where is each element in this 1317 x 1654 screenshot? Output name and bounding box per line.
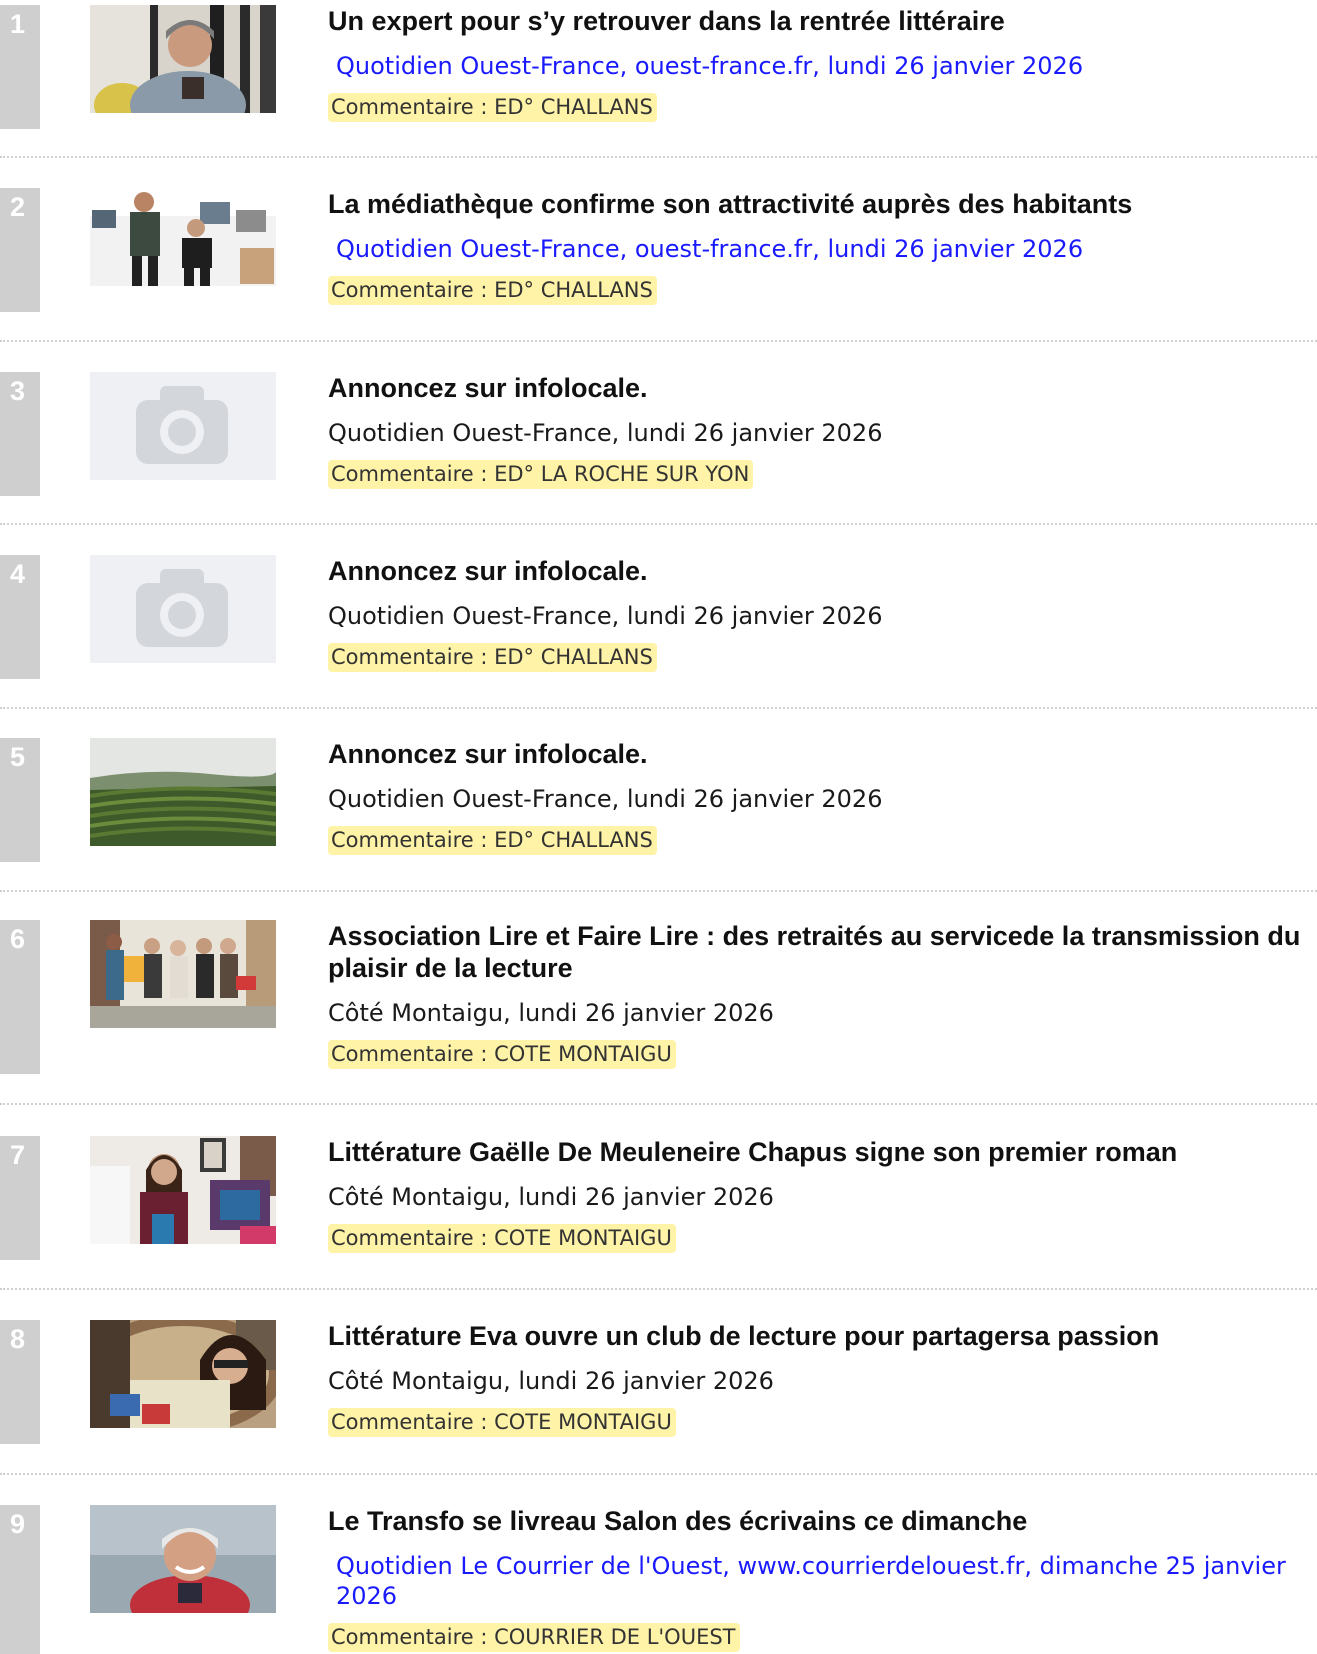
item-divider bbox=[0, 1103, 1317, 1105]
article-source: Côté Montaigu, lundi 26 janvier 2026 bbox=[328, 1183, 774, 1211]
article-source: Quotidien Ouest-France, lundi 26 janvier… bbox=[328, 602, 883, 630]
item-divider bbox=[0, 707, 1317, 709]
item-divider bbox=[0, 1288, 1317, 1290]
item-number: 8 bbox=[10, 1324, 26, 1354]
item-number-tab: 1 bbox=[0, 5, 40, 129]
article-thumbnail[interactable] bbox=[90, 5, 276, 113]
comment-badge: Commentaire : COTE MONTAIGU bbox=[328, 1040, 676, 1069]
comment-badge: Commentaire : ED° CHALLANS bbox=[328, 643, 657, 672]
comment-badge: Commentaire : COTE MONTAIGU bbox=[328, 1224, 676, 1253]
item-number: 3 bbox=[10, 376, 26, 406]
comment-badge: Commentaire : COTE MONTAIGU bbox=[328, 1408, 676, 1437]
item-number: 4 bbox=[10, 559, 26, 589]
item-number: 2 bbox=[10, 192, 26, 222]
item-divider bbox=[0, 340, 1317, 342]
comment-badge: Commentaire : ED° CHALLANS bbox=[328, 826, 657, 855]
article-thumbnail[interactable] bbox=[90, 1320, 276, 1428]
item-number: 5 bbox=[10, 742, 26, 772]
article-source: Côté Montaigu, lundi 26 janvier 2026 bbox=[328, 1367, 774, 1395]
item-number: 6 bbox=[10, 924, 26, 954]
comment-badge: Commentaire : COURRIER DE L'OUEST bbox=[328, 1623, 740, 1652]
article-title-link[interactable]: Annoncez sur infolocale. bbox=[328, 372, 1317, 404]
item-number-tab: 6 bbox=[0, 920, 40, 1074]
item-number: 7 bbox=[10, 1140, 26, 1170]
item-number: 9 bbox=[10, 1509, 26, 1539]
item-number: 1 bbox=[10, 9, 26, 39]
article-source-link[interactable]: Quotidien Le Courrier de l'Ouest, www.co… bbox=[328, 1551, 1317, 1611]
article-title-link[interactable]: Association Lire et Faire Lire : des ret… bbox=[328, 920, 1317, 984]
article-title-link[interactable]: Annoncez sur infolocale. bbox=[328, 738, 1317, 770]
item-number-tab: 9 bbox=[0, 1505, 40, 1654]
item-divider bbox=[0, 523, 1317, 525]
item-number-tab: 3 bbox=[0, 372, 40, 496]
article-source-link[interactable]: Quotidien Ouest-France, ouest-france.fr,… bbox=[328, 51, 1317, 81]
item-divider bbox=[0, 156, 1317, 158]
item-number-tab: 2 bbox=[0, 188, 40, 312]
article-thumbnail[interactable] bbox=[90, 920, 276, 1028]
article-thumbnail[interactable] bbox=[90, 1505, 276, 1613]
article-title-link[interactable]: Un expert pour s’y retrouver dans la ren… bbox=[328, 5, 1317, 37]
article-thumbnail[interactable] bbox=[90, 1136, 276, 1244]
camera-placeholder-icon[interactable] bbox=[90, 555, 276, 663]
article-thumbnail[interactable] bbox=[90, 738, 276, 846]
article-title-link[interactable]: La médiathèque confirme son attractivité… bbox=[328, 188, 1317, 220]
item-number-tab: 4 bbox=[0, 555, 40, 679]
article-source-link[interactable]: Quotidien Ouest-France, ouest-france.fr,… bbox=[328, 234, 1317, 264]
comment-badge: Commentaire : ED° LA ROCHE SUR YON bbox=[328, 460, 754, 489]
comment-badge: Commentaire : ED° CHALLANS bbox=[328, 93, 657, 122]
article-thumbnail[interactable] bbox=[90, 188, 276, 296]
comment-badge: Commentaire : ED° CHALLANS bbox=[328, 276, 657, 305]
article-source: Quotidien Ouest-France, lundi 26 janvier… bbox=[328, 785, 883, 813]
article-title-link[interactable]: Annoncez sur infolocale. bbox=[328, 555, 1317, 587]
item-number-tab: 8 bbox=[0, 1320, 40, 1444]
item-number-tab: 7 bbox=[0, 1136, 40, 1260]
article-source: Côté Montaigu, lundi 26 janvier 2026 bbox=[328, 999, 774, 1027]
item-divider bbox=[0, 1473, 1317, 1475]
article-source: Quotidien Ouest-France, lundi 26 janvier… bbox=[328, 419, 883, 447]
article-title-link[interactable]: Littérature Gaëlle De Meuleneire Chapus … bbox=[328, 1136, 1317, 1168]
article-title-link[interactable]: Le Transfo se livreau Salon des écrivain… bbox=[328, 1505, 1317, 1537]
item-number-tab: 5 bbox=[0, 738, 40, 862]
camera-placeholder-icon[interactable] bbox=[90, 372, 276, 480]
article-title-link[interactable]: Littérature Eva ouvre un club de lecture… bbox=[328, 1320, 1317, 1352]
item-divider bbox=[0, 890, 1317, 892]
